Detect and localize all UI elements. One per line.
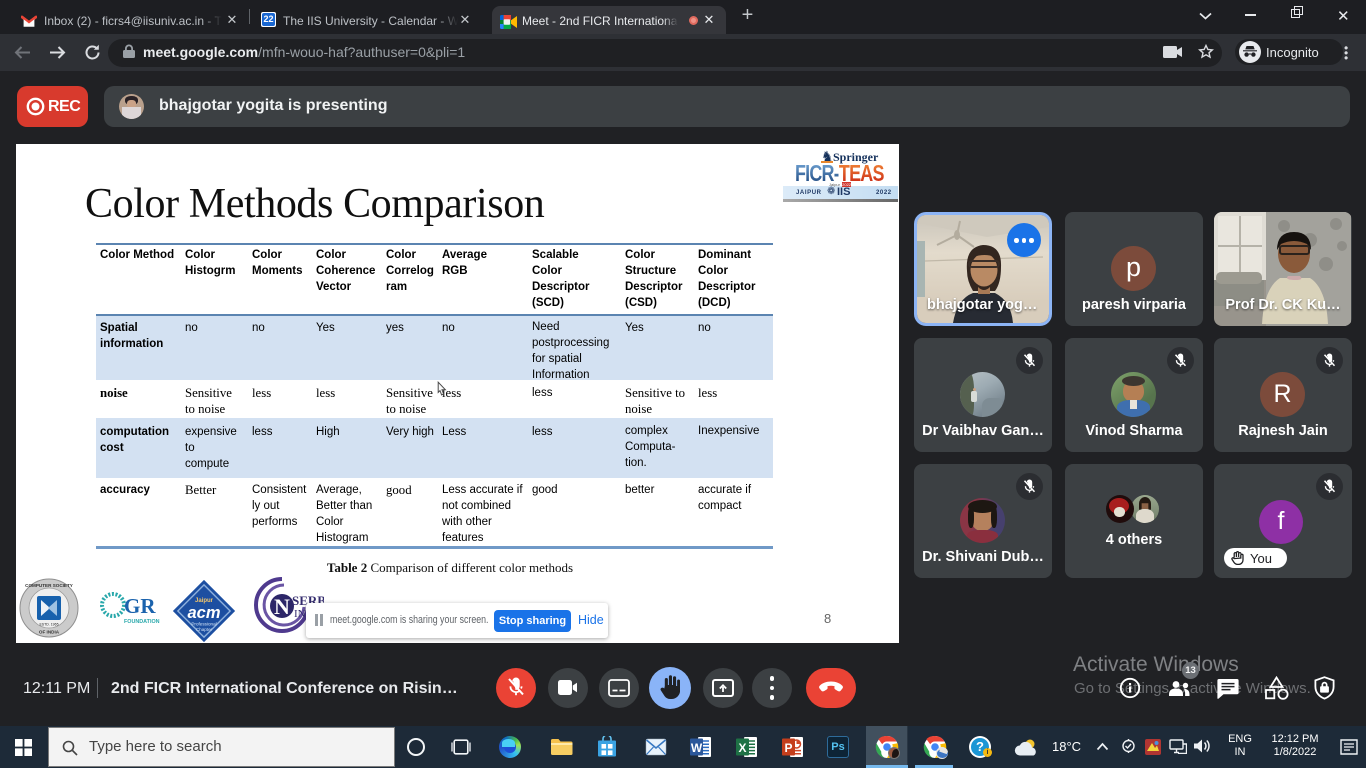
svg-text:FOUNDATION: FOUNDATION [124,619,160,625]
svg-text:P: P [784,741,792,755]
svg-text:Chapter: Chapter [196,627,213,632]
svg-text:N: N [274,594,290,619]
svg-text:GR: GR [124,594,156,618]
svg-text:W: W [691,741,703,755]
svg-text:X: X [738,741,746,755]
svg-text:OF INDIA: OF INDIA [39,630,60,635]
svg-text:acm: acm [187,604,220,622]
svg-text:COMPUTER SOCIETY: COMPUTER SOCIETY [25,583,73,588]
svg-text:ESTD. 1965: ESTD. 1965 [39,623,58,627]
svg-text:Professional: Professional [191,622,216,627]
